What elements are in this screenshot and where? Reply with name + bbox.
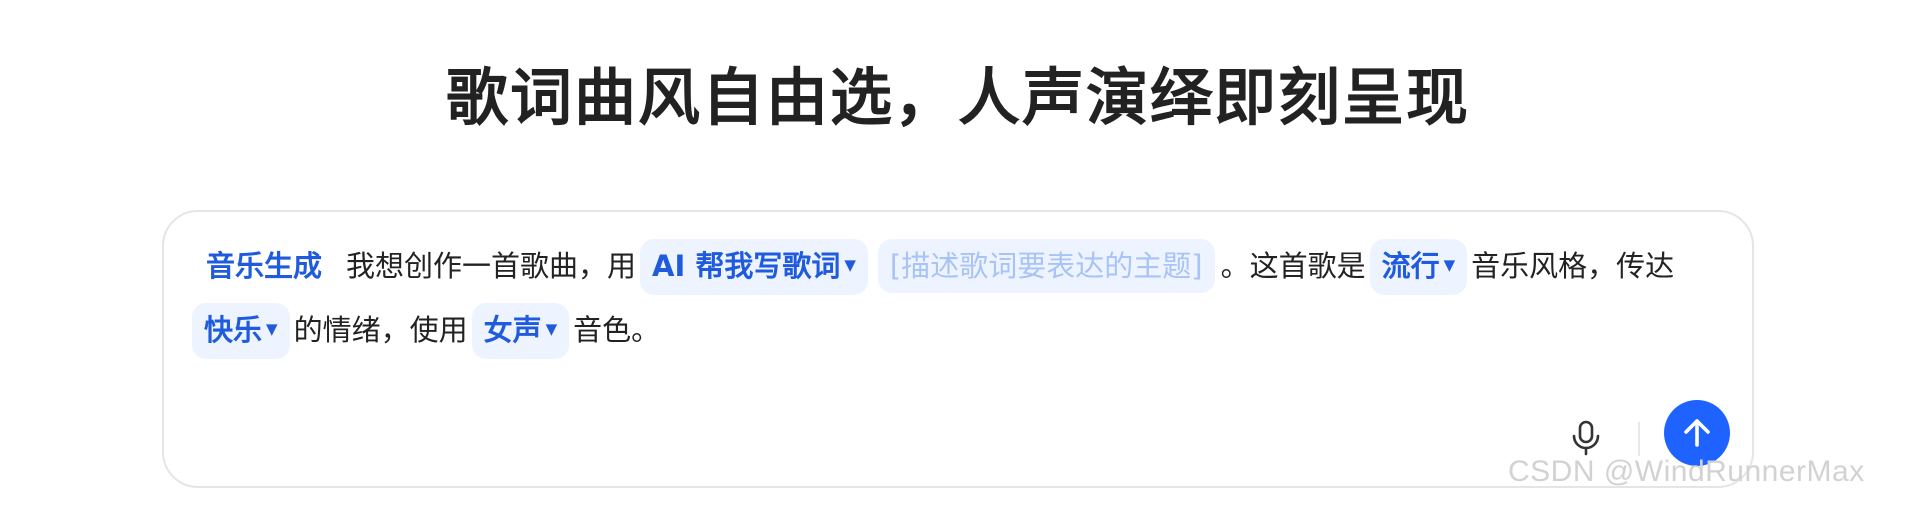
mood-label: 快乐: [204, 313, 263, 347]
page-title: 歌词曲风自由选，人声演绎即刻呈现: [445, 61, 1470, 134]
prompt-text-segment: 我想创作一首歌曲，用: [346, 249, 637, 283]
caret-down-icon: ▼: [844, 256, 856, 274]
voice-label: 女声: [483, 313, 542, 347]
arrow-up-icon: [1684, 419, 1710, 447]
prompt-text-segment: 音色。: [573, 313, 661, 347]
watermark: CSDN @WindRunnerMax: [1508, 455, 1865, 488]
toolbar-divider: [1638, 422, 1640, 456]
lyrics-mode-label: AI 帮我写歌词: [652, 249, 841, 283]
genre-label: 流行: [1381, 249, 1440, 283]
voice-dropdown[interactable]: 女声 ▼: [471, 303, 570, 359]
microphone-icon[interactable]: [1566, 418, 1606, 458]
lyrics-mode-dropdown[interactable]: AI 帮我写歌词 ▼: [640, 239, 868, 295]
caret-down-icon: ▼: [266, 320, 278, 338]
caret-down-icon: ▼: [1443, 256, 1456, 274]
prompt-text-segment: 。这首歌是: [1220, 249, 1366, 283]
prompt-text-segment: 音乐风格，传达: [1471, 249, 1675, 283]
prompt-text[interactable]: 音乐生成 我想创作一首歌曲，用 AI 帮我写歌词 ▼ [描述歌词要表达的主题] 。这首歌是…: [188, 234, 1708, 362]
lyrics-theme-slot[interactable]: [描述歌词要表达的主题]: [877, 239, 1215, 293]
music-prompt-composer[interactable]: 音乐生成 我想创作一首歌曲，用 AI 帮我写歌词 ▼ [描述歌词要表达的主题] 。这首歌是…: [162, 210, 1754, 488]
mode-tag-music-generation[interactable]: 音乐生成: [206, 249, 322, 283]
mood-dropdown[interactable]: 快乐 ▼: [192, 303, 290, 359]
prompt-text-segment: 的情绪，使用: [293, 313, 468, 347]
caret-down-icon: ▼: [545, 320, 558, 338]
genre-dropdown[interactable]: 流行 ▼: [1369, 239, 1468, 295]
